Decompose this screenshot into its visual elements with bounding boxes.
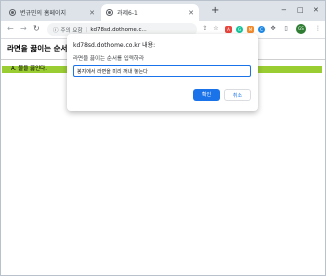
cancel-button[interactable]: 취소 [224, 89, 251, 101]
minimize-button[interactable]: − [281, 5, 287, 15]
separator: | [85, 26, 88, 33]
tab-strip: 변규민의 홈페이지 ✕ 과제6-1 ✕ + − □ ✕ [1, 1, 325, 21]
url-text: kd78sd.dothome.c... [90, 26, 147, 33]
avatar[interactable]: GS [296, 24, 306, 34]
dialog-message: 라면을 끓이는 순서를 입력하라 [73, 56, 145, 62]
extensions-puzzle-icon[interactable]: ✥ [269, 25, 277, 33]
ok-button[interactable]: 확인 [193, 89, 220, 101]
globe-icon [106, 9, 113, 16]
color-picker-extension-icon[interactable]: C [258, 26, 265, 33]
bookmark-star-icon[interactable]: ☆ [212, 25, 220, 33]
tab-homepage[interactable]: 변규민의 홈페이지 ✕ [4, 4, 100, 21]
close-icon[interactable]: ✕ [188, 9, 194, 17]
reload-button[interactable]: ↻ [33, 23, 40, 35]
answer-text: A. 물을 끓인다. [11, 66, 47, 72]
globe-icon [9, 9, 16, 16]
close-icon[interactable]: ✕ [89, 9, 95, 17]
side-panel-icon[interactable]: ▯ [282, 25, 290, 33]
translate-extension-icon[interactable]: M [247, 26, 254, 33]
tab-label: 변규민의 홈페이지 [20, 10, 67, 17]
tab-label: 과제6-1 [117, 10, 138, 17]
back-button[interactable]: ← [7, 23, 14, 35]
prompt-input[interactable] [73, 65, 251, 77]
grammarly-extension-icon[interactable]: G [236, 26, 243, 33]
share-icon[interactable]: ⇪ [201, 25, 209, 33]
close-window-button[interactable]: ✕ [313, 5, 319, 15]
tab-assignment[interactable]: 과제6-1 ✕ [101, 4, 199, 21]
adblock-extension-icon[interactable]: A [225, 26, 232, 33]
maximize-button[interactable]: □ [297, 5, 304, 15]
browser-window: 변규민의 홈페이지 ✕ 과제6-1 ✕ + − □ ✕ ← → ↻ ⓘ 주의 요… [0, 0, 326, 276]
security-label: 주의 요함 [60, 27, 83, 34]
prompt-dialog: kd78sd.dothome.co.kr 내용: 라면을 끓이는 순서를 입력하… [67, 34, 258, 111]
forward-button[interactable]: → [20, 23, 27, 35]
new-tab-button[interactable]: + [211, 5, 219, 17]
warning-icon[interactable]: ⓘ [53, 26, 59, 34]
dialog-title: kd78sd.dothome.co.kr 내용: [73, 42, 156, 49]
menu-kebab-icon[interactable]: ⋮ [314, 25, 322, 33]
page-heading: 라면을 끓이는 순서 [7, 44, 68, 53]
